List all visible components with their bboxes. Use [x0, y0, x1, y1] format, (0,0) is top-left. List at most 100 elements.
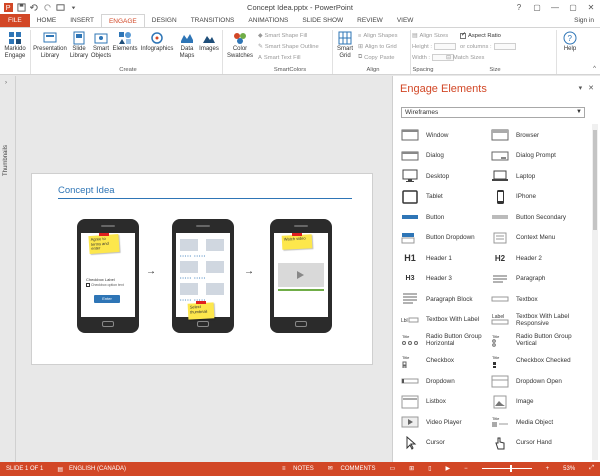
slide-library-button[interactable]: Slide Library — [68, 29, 90, 60]
element-dialog[interactable]: Dialog — [401, 147, 493, 165]
start-slideshow-icon[interactable] — [56, 3, 65, 12]
element-video-player[interactable]: Video Player — [401, 413, 493, 431]
close-button[interactable]: ✕ — [582, 0, 600, 14]
element-laptop[interactable]: Laptop — [491, 167, 583, 185]
scrollbar-thumb[interactable] — [593, 130, 597, 230]
save-icon[interactable] — [17, 2, 26, 12]
element-iphone[interactable]: IPhone — [491, 188, 583, 206]
help-window-icon[interactable]: ? — [510, 0, 528, 14]
pane-close-icon[interactable]: ✕ — [588, 84, 594, 92]
fit-slide-icon[interactable]: ⤢ — [589, 465, 594, 472]
presentation-library-button[interactable]: Presentation Library — [32, 29, 68, 60]
tab-home[interactable]: HOME — [30, 14, 64, 27]
element-tablet[interactable]: Tablet — [401, 188, 493, 206]
element-desktop[interactable]: Desktop — [401, 167, 493, 185]
elements-button[interactable]: Elements — [112, 29, 138, 53]
help-button[interactable]: ? Help — [558, 29, 582, 53]
minimize-button[interactable]: — — [546, 0, 564, 14]
element-dialog-prompt[interactable]: Dialog Prompt — [491, 147, 583, 165]
element-textbox[interactable]: Textbox — [491, 290, 583, 308]
tab-file[interactable]: FILE — [0, 14, 30, 27]
redo-icon[interactable] — [43, 3, 52, 12]
element-dropdown-open[interactable]: Dropdown Open — [491, 372, 583, 390]
phone-mockup-1[interactable]: Checkbox Label Checkbox option text Ente… — [77, 219, 139, 333]
tab-slide-show[interactable]: SLIDE SHOW — [295, 14, 350, 27]
tab-engage[interactable]: ENGAGE — [100, 14, 145, 27]
element-cursor[interactable]: Cursor — [401, 434, 493, 452]
smart-shape-fill-button[interactable]: ◆ Smart Shape Fill — [258, 31, 307, 40]
pane-options-icon[interactable]: ▾ — [579, 84, 583, 92]
height-input[interactable] — [433, 43, 456, 50]
maximize-button[interactable]: ▢ — [564, 0, 582, 14]
element-window[interactable]: Window — [401, 126, 493, 144]
slide-title[interactable]: Concept Idea — [58, 185, 115, 196]
color-swatches-button[interactable]: Color Swatches — [225, 29, 255, 60]
element-radio-button-group-horizontal[interactable]: Title Radio Button Group Horizontal — [401, 331, 493, 349]
sign-in-link[interactable]: Sign in — [574, 17, 594, 24]
tab-review[interactable]: REVIEW — [350, 14, 390, 27]
reading-view-icon[interactable]: ▯ — [428, 465, 431, 472]
tab-insert[interactable]: INSERT — [63, 14, 101, 27]
proofing-icon[interactable]: ▤ — [57, 466, 63, 473]
slide-canvas[interactable]: Concept Idea Checkbox Label Checkbox opt… — [31, 173, 373, 365]
language-indicator[interactable]: ENGLISH (CANADA) — [69, 466, 126, 472]
zoom-in-icon[interactable]: + — [546, 466, 550, 472]
tab-animations[interactable]: ANIMATIONS — [241, 14, 295, 27]
element-dropdown[interactable]: Dropdown — [401, 372, 493, 390]
pane-scrollbar[interactable] — [592, 124, 598, 460]
smart-objects-button[interactable]: Smart Objects — [90, 29, 112, 60]
align-shapes-button[interactable]: ≡ Align Shapes — [358, 31, 398, 40]
align-to-grid-button[interactable]: ⊞ Align to Grid — [358, 42, 397, 51]
data-maps-button[interactable]: Data Maps — [176, 29, 198, 60]
expand-thumbnails-icon[interactable]: › — [5, 80, 7, 86]
element-button-dropdown[interactable]: Button Dropdown — [401, 229, 493, 247]
thumbnails-label[interactable]: Thumbnails — [3, 145, 9, 176]
ribbon-display-icon[interactable]: ▢ — [528, 0, 546, 14]
element-cursor-hand[interactable]: Cursor Hand — [491, 434, 583, 452]
element-textbox-with-label-responsive[interactable]: Label Textbox With Label Responsive — [491, 311, 583, 329]
element-image[interactable]: Image — [491, 393, 583, 411]
images-button[interactable]: Images — [198, 29, 220, 53]
element-paragraph-block[interactable]: Paragraph Block — [401, 290, 493, 308]
phone-mockup-2[interactable]: ••••• ••••• ••••• ••••• ••••• ••••• Sele… — [172, 219, 234, 333]
element-checkbox[interactable]: Title Checkbox — [401, 352, 493, 370]
infographics-button[interactable]: Infographics — [138, 29, 176, 53]
customize-toolbar-icon[interactable] — [69, 3, 78, 12]
element-checkbox-checked[interactable]: Title Checkbox Checked — [491, 352, 583, 370]
element-header-3[interactable]: H3 Header 3 — [401, 270, 493, 288]
smart-grid-button[interactable]: Smart Grid — [334, 29, 356, 60]
slide-sorter-icon[interactable]: ⊞ — [409, 465, 414, 472]
element-listbox[interactable]: Listbox — [401, 393, 493, 411]
element-button[interactable]: Button — [401, 208, 493, 226]
element-context-menu[interactable]: Context Menu — [491, 229, 583, 247]
phone-mockup-3[interactable]: Watch video — [270, 219, 332, 333]
wireframes-dropdown[interactable]: Wireframes ▼ — [401, 107, 585, 118]
element-button-secondary[interactable]: Button Secondary — [491, 208, 583, 226]
comments-button[interactable]: ✉ COMMENTS — [328, 465, 376, 472]
slideshow-view-icon[interactable]: ▶ — [446, 465, 451, 472]
match-sizes-button[interactable]: ⊟ Match Sizes — [446, 53, 484, 62]
element-textbox-with-label[interactable]: Lbl Textbox With Label — [401, 311, 493, 329]
collapse-ribbon-icon[interactable]: ^ — [593, 66, 596, 72]
tab-transitions[interactable]: TRANSITIONS — [184, 14, 242, 27]
columns-input[interactable] — [493, 43, 516, 50]
element-radio-button-group-vertical[interactable]: Title Radio Button Group Vertical — [491, 331, 583, 349]
element-browser[interactable]: Browser — [491, 126, 583, 144]
copy-button[interactable]: Copy — [364, 55, 378, 61]
smart-shape-outline-button[interactable]: ✎ Smart Shape Outline — [258, 42, 319, 51]
markido-engage-button[interactable]: Markido Engage — [2, 29, 28, 60]
notes-button[interactable]: ≡ NOTES — [282, 466, 314, 472]
paste-button[interactable]: Paste — [380, 55, 395, 61]
element-header-2[interactable]: H2 Header 2 — [491, 249, 583, 267]
zoom-slider[interactable] — [481, 465, 532, 472]
element-paragraph[interactable]: Paragraph — [491, 270, 583, 288]
element-media-object[interactable]: Title Media Object — [491, 413, 583, 431]
smart-text-fill-button[interactable]: A Smart Text Fill — [258, 53, 301, 62]
aspect-ratio-checkbox[interactable]: Aspect Ratio — [460, 31, 501, 40]
zoom-out-icon[interactable]: − — [464, 466, 468, 472]
normal-view-icon[interactable]: ▭ — [390, 465, 396, 472]
tab-design[interactable]: DESIGN — [145, 14, 184, 27]
undo-icon[interactable] — [30, 3, 39, 12]
align-sizes-button[interactable]: ▤ Align Sizes — [412, 31, 448, 40]
tab-view[interactable]: VIEW — [390, 14, 421, 27]
